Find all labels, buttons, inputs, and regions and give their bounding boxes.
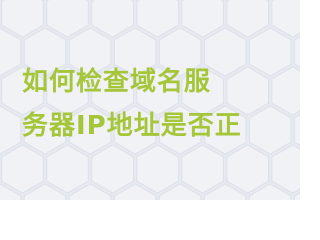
hexagon-tile <box>226 0 269 38</box>
title-line-2: 务器IP地址是否正 <box>22 111 242 141</box>
hexagon-tile <box>1 144 44 194</box>
hexagon-tile <box>46 144 89 194</box>
hexagon-tile <box>0 105 22 155</box>
hexagon-tile <box>46 0 89 38</box>
hexagon-tile <box>181 0 224 38</box>
hexagon-tile <box>1 0 44 38</box>
hexagon-tile <box>226 144 269 194</box>
hexagon-tile <box>181 144 224 194</box>
hexagon-tile <box>91 144 134 194</box>
hexagon-tile <box>91 0 134 38</box>
title-card: 如何检查域名服 务器IP地址是否正 <box>0 0 300 200</box>
hexagon-tile <box>136 144 179 194</box>
page-title: 如何检查域名服 务器IP地址是否正 <box>22 60 292 148</box>
hexagon-tile <box>0 27 22 77</box>
hexagon-tile <box>271 144 300 194</box>
hexagon-tile <box>136 0 179 38</box>
title-line-1: 如何检查域名服 <box>22 67 212 97</box>
